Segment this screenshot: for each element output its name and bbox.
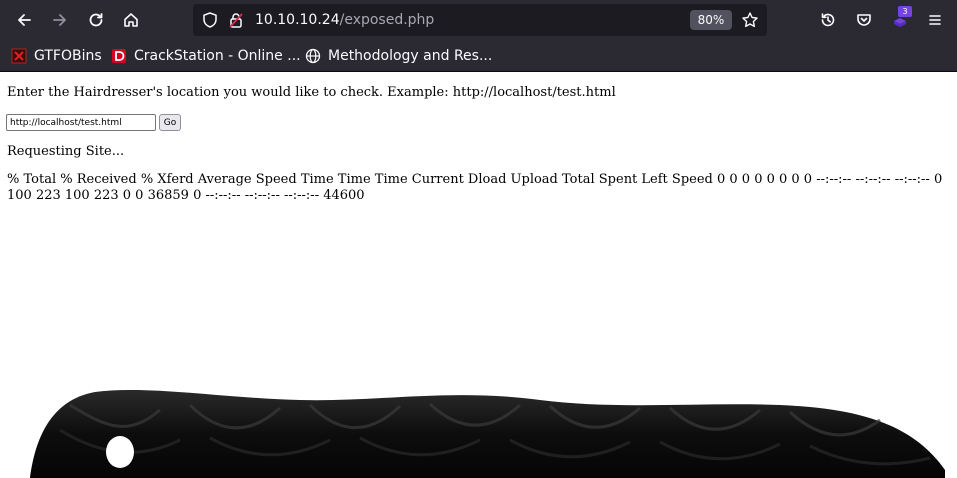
zoom-level-button[interactable]: 80% [690, 10, 732, 30]
back-button[interactable] [10, 6, 38, 34]
menu-icon [929, 15, 941, 25]
globe-icon [305, 48, 321, 64]
bookmark-gtfobins[interactable]: GTFOBins [11, 46, 102, 66]
reload-icon [89, 13, 103, 27]
menu-button[interactable] [921, 6, 949, 34]
location-url-input[interactable] [6, 114, 156, 131]
home-icon [124, 13, 138, 27]
insecure-lock-icon[interactable] [227, 11, 245, 29]
bookmark-label: CrackStation - Online ... [134, 48, 301, 64]
history-icon [821, 13, 835, 27]
forward-arrow-icon [53, 14, 66, 26]
bookmark-label: GTFOBins [34, 48, 102, 64]
pocket-icon [857, 14, 871, 26]
bookmarks-toolbar: GTFOBins CrackStation - Online ... Metho… [0, 40, 957, 72]
location-prompt: Enter the Hairdresser's location you wou… [7, 85, 616, 100]
gtfobins-icon [11, 48, 27, 64]
extension-badge: 3 [898, 6, 912, 17]
extension-button[interactable]: 3 [886, 6, 914, 34]
bookmark-label: Methodology and Res... [328, 48, 493, 64]
pocket-button[interactable] [850, 6, 878, 34]
address-bar[interactable]: 10.10.10.24/exposed.php 80% [193, 4, 767, 36]
bookmark-crackstation[interactable]: CrackStation - Online ... [111, 46, 301, 66]
hair-braid-image [30, 389, 945, 478]
reload-button[interactable] [82, 6, 110, 34]
back-arrow-icon [18, 14, 31, 26]
forward-button[interactable] [46, 6, 74, 34]
curl-output: % Total % Received % Xferd Average Speed… [7, 172, 943, 203]
home-button[interactable] [117, 6, 145, 34]
bookmark-methodology[interactable]: Methodology and Res... [305, 46, 492, 66]
url-host: 10.10.10.24 [255, 12, 340, 28]
history-button[interactable] [814, 6, 842, 34]
url-text[interactable]: 10.10.10.24/exposed.php [255, 11, 434, 29]
shield-icon[interactable] [201, 11, 219, 29]
star-icon[interactable] [741, 11, 759, 29]
crackstation-icon [111, 48, 127, 64]
page-content: Enter the Hairdresser's location you wou… [0, 72, 957, 478]
requesting-status: Requesting Site... [7, 144, 125, 159]
browser-toolbar: 10.10.10.24/exposed.php 80% 3 [0, 0, 957, 40]
go-button[interactable]: Go [159, 114, 181, 131]
url-path: /exposed.php [339, 12, 435, 28]
